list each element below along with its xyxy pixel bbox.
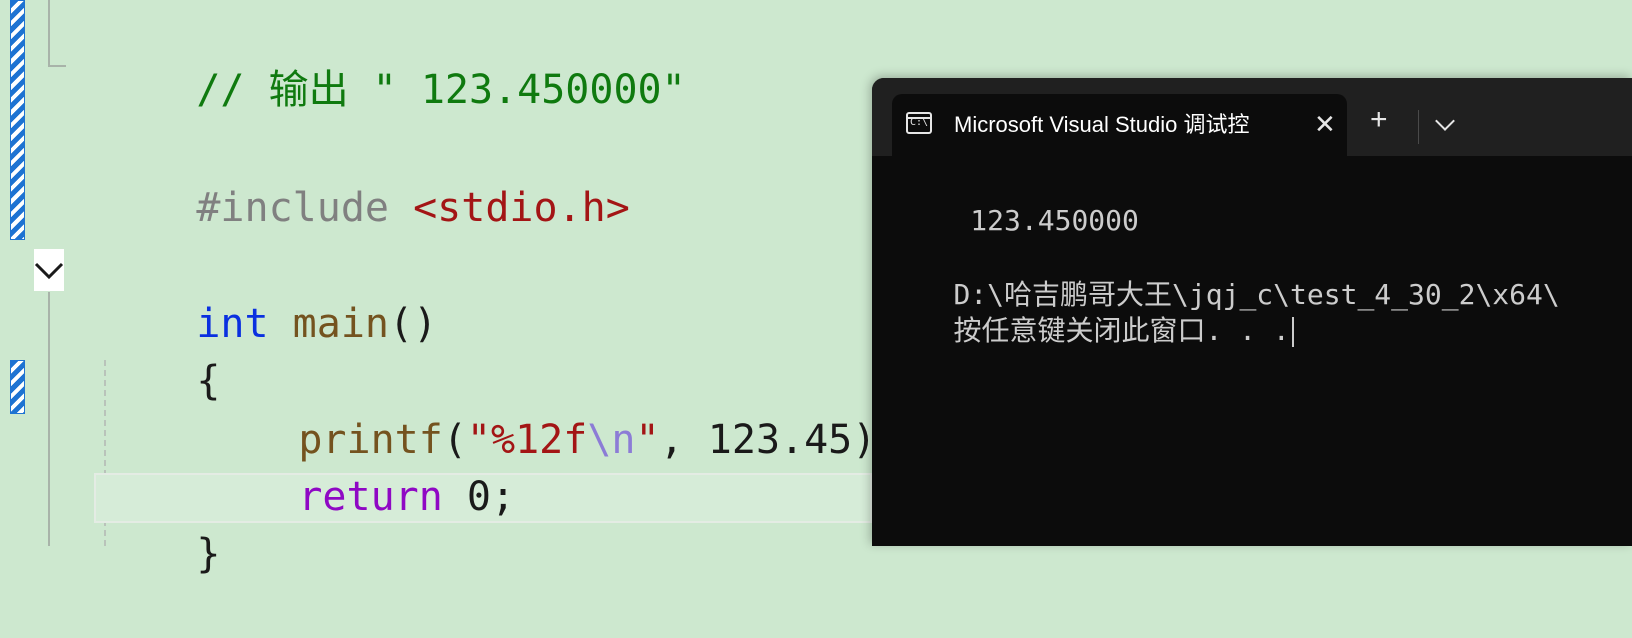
- debug-console-window[interactable]: C:\ Microsoft Visual Studio 调试控 ✕ + 123.…: [872, 78, 1632, 546]
- tab-separator: [1418, 110, 1419, 144]
- change-marker: [10, 0, 25, 240]
- text-cursor: [1291, 317, 1294, 347]
- code-line-close-brace: }: [100, 470, 220, 638]
- return-value: 0;: [442, 474, 516, 520]
- close-icon[interactable]: ✕: [1314, 110, 1336, 138]
- outline-guide: [48, 0, 50, 66]
- format-string-close: ": [635, 417, 660, 463]
- close-brace: }: [196, 531, 221, 577]
- printf-args: , 123.45);: [659, 417, 901, 463]
- include-header: <stdio.h>: [413, 185, 630, 231]
- change-marker: [10, 360, 25, 414]
- escape-sequence: \n: [587, 417, 636, 463]
- chevron-down-icon: [34, 262, 64, 280]
- include-directive: #include: [196, 185, 389, 231]
- new-tab-button[interactable]: +: [1370, 104, 1388, 136]
- comment-text: // 输出 " 123.450000": [196, 67, 686, 113]
- outline-guide-end: [48, 65, 66, 67]
- tab-debug-console[interactable]: C:\ Microsoft Visual Studio 调试控 ✕: [892, 94, 1347, 156]
- code-line-return: return 0;: [202, 413, 515, 581]
- function-main: main: [292, 301, 389, 347]
- output-prompt-line: 按任意键关闭此窗口. . .: [886, 280, 1294, 382]
- collapse-toggle[interactable]: [34, 249, 64, 291]
- chevron-down-icon[interactable]: [1435, 111, 1455, 131]
- outline-guide: [48, 292, 50, 546]
- main-parens: (): [389, 301, 438, 347]
- keyword-return: return: [298, 474, 443, 520]
- console-tab-bar: C:\ Microsoft Visual Studio 调试控 ✕ +: [872, 78, 1632, 156]
- terminal-icon: C:\: [906, 112, 932, 134]
- tab-title: Microsoft Visual Studio 调试控: [954, 112, 1250, 137]
